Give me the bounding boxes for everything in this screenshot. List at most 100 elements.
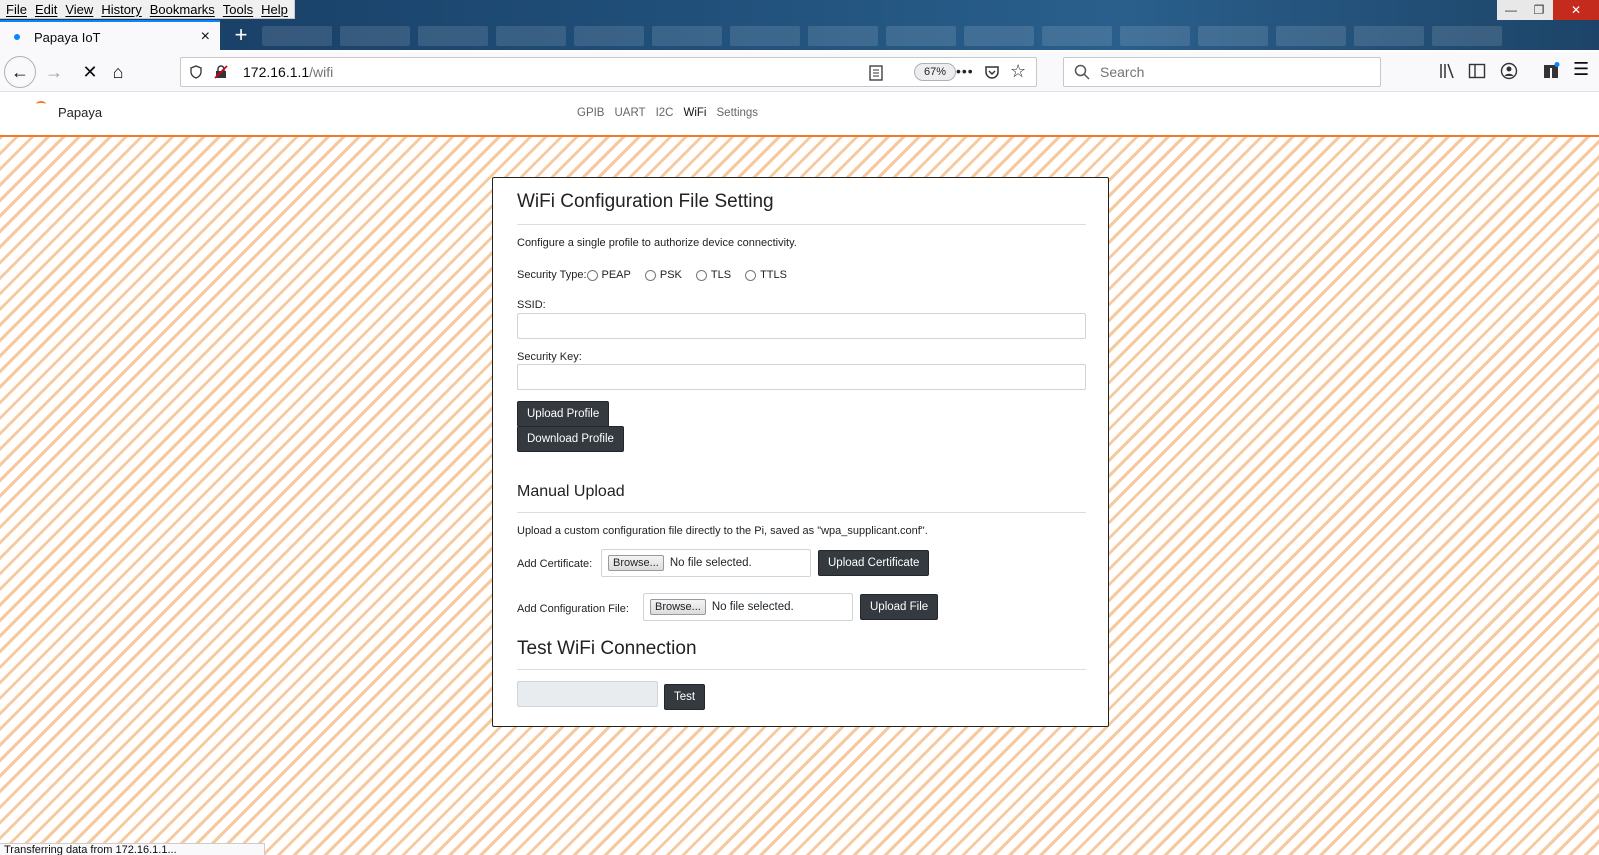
security-type-group: Security Type: PEAP PSK TLS TTLS [517, 269, 787, 281]
upload-certificate-button[interactable]: Upload Certificate [818, 550, 930, 576]
zoom-level-badge[interactable]: 67% [914, 63, 956, 81]
hamburger-menu-icon[interactable]: ☰ [1573, 59, 1589, 80]
radio-psk[interactable] [644, 269, 656, 281]
page-viewport: Papaya GPIB UART I2C WiFi Settings WiFi … [0, 93, 1599, 855]
background-tab[interactable] [1432, 26, 1502, 46]
menu-tools[interactable]: Tools [219, 2, 257, 17]
brand-name[interactable]: Papaya [58, 105, 102, 120]
pocket-icon[interactable] [984, 64, 1000, 80]
window-controls: — ❐ ✕ [1497, 0, 1599, 20]
nav-link-uart[interactable]: UART [614, 107, 645, 119]
config-title: WiFi Configuration File Setting [517, 191, 774, 212]
url-host: 172.16.1.1 [243, 64, 310, 80]
home-button[interactable]: ⌂ [102, 56, 134, 88]
certificate-browse-button[interactable]: Browse... [608, 555, 664, 571]
menu-bookmarks[interactable]: Bookmarks [146, 2, 219, 17]
radio-tls[interactable] [695, 269, 707, 281]
security-key-input[interactable] [517, 364, 1086, 390]
background-tab[interactable] [1120, 26, 1190, 46]
ssid-input[interactable] [517, 313, 1086, 339]
radio-peap[interactable] [586, 269, 598, 281]
back-button[interactable]: ← [4, 56, 36, 88]
page-actions-icon[interactable]: ••• [956, 63, 974, 79]
background-tab[interactable] [496, 26, 566, 46]
tab-title: Papaya IoT [34, 29, 101, 45]
divider [517, 512, 1086, 513]
background-tab[interactable] [964, 26, 1034, 46]
background-tab[interactable] [1354, 26, 1424, 46]
background-tab[interactable] [808, 26, 878, 46]
tab-papaya-iot[interactable]: Papaya IoT × [0, 20, 220, 52]
config-file-input[interactable]: Browse... No file selected. [643, 593, 853, 621]
security-key-label: Security Key: [517, 351, 582, 363]
certificate-file-status: No file selected. [669, 557, 752, 569]
background-tab[interactable] [1198, 26, 1268, 46]
background-tab[interactable] [340, 26, 410, 46]
radio-psk-label: PSK [659, 269, 682, 281]
search-icon [1074, 64, 1090, 80]
background-tab[interactable] [652, 26, 722, 46]
shield-icon[interactable] [189, 65, 203, 79]
search-placeholder: Search [1100, 64, 1145, 80]
nav-link-settings[interactable]: Settings [717, 107, 759, 119]
forward-button[interactable]: → [38, 56, 70, 88]
loading-indicator-icon [14, 34, 20, 40]
search-bar[interactable]: Search [1063, 57, 1381, 87]
radio-tls-label: TLS [710, 269, 732, 281]
menu-edit[interactable]: Edit [31, 2, 61, 17]
certificate-file-input[interactable]: Browse... No file selected. [601, 549, 811, 577]
menu-history[interactable]: History [97, 2, 145, 17]
config-file-status: No file selected. [711, 601, 794, 613]
nav-link-wifi[interactable]: WiFi [684, 107, 707, 119]
nav-link-gpib[interactable]: GPIB [577, 107, 604, 119]
menu-help[interactable]: Help [257, 2, 292, 17]
nav-link-i2c[interactable]: I2C [656, 107, 674, 119]
account-icon[interactable] [1500, 62, 1518, 80]
reader-view-icon[interactable] [869, 65, 883, 81]
extensions-icon[interactable] [1542, 62, 1560, 80]
menu-view[interactable]: View [61, 2, 97, 17]
background-tab[interactable] [730, 26, 800, 46]
test-result-input[interactable] [517, 681, 658, 707]
background-tab[interactable] [262, 26, 332, 46]
radio-peap-label: PEAP [601, 269, 631, 281]
close-window-button[interactable]: ✕ [1553, 0, 1599, 20]
config-browse-button[interactable]: Browse... [650, 599, 706, 615]
minimize-button[interactable]: — [1497, 0, 1525, 20]
menu-file[interactable]: File [2, 2, 31, 17]
manual-upload-description: Upload a custom configuration file direc… [517, 525, 928, 537]
menu-bar: File Edit View History Bookmarks Tools H… [0, 0, 295, 19]
upload-profile-button[interactable]: Upload Profile [517, 401, 610, 427]
background-tab[interactable] [1276, 26, 1346, 46]
wifi-config-card: WiFi Configuration File Setting Configur… [492, 177, 1109, 727]
divider [517, 669, 1086, 670]
download-profile-button[interactable]: Download Profile [517, 426, 624, 452]
test-connection-title: Test WiFi Connection [517, 638, 697, 659]
site-header: Papaya GPIB UART I2C WiFi Settings [0, 93, 1599, 137]
config-description: Configure a single profile to authorize … [517, 237, 797, 249]
ssid-label: SSID: [517, 299, 546, 311]
tab-close-icon[interactable]: × [201, 28, 210, 46]
maximize-button[interactable]: ❐ [1525, 0, 1553, 20]
test-button[interactable]: Test [664, 684, 706, 710]
url-path: /wifi [309, 64, 334, 80]
browser-titlebar: File Edit View History Bookmarks Tools H… [0, 0, 1599, 52]
background-tab[interactable] [418, 26, 488, 46]
brand-logo-icon [36, 101, 46, 107]
navigation-toolbar: ← → ✕ ⌂ 172.16.1.1/wifi 67% ••• ☆ Search… [0, 52, 1599, 92]
bookmark-star-icon[interactable]: ☆ [1010, 61, 1026, 82]
background-tab[interactable] [1042, 26, 1112, 46]
background-tab[interactable] [574, 26, 644, 46]
upload-file-button[interactable]: Upload File [860, 594, 939, 620]
radio-ttls[interactable] [745, 269, 757, 281]
library-icon[interactable] [1438, 62, 1456, 80]
background-tab[interactable] [886, 26, 956, 46]
url-bar[interactable]: 172.16.1.1/wifi 67% ••• ☆ [180, 57, 1037, 87]
new-tab-button[interactable]: + [227, 22, 255, 48]
status-bar: Transferring data from 172.16.1.1... [0, 843, 265, 855]
divider [517, 224, 1086, 225]
insecure-lock-icon[interactable] [213, 64, 229, 80]
sidebar-icon[interactable] [1468, 62, 1486, 80]
security-type-label: Security Type: [517, 269, 587, 281]
add-certificate-label: Add Certificate: [517, 558, 593, 570]
